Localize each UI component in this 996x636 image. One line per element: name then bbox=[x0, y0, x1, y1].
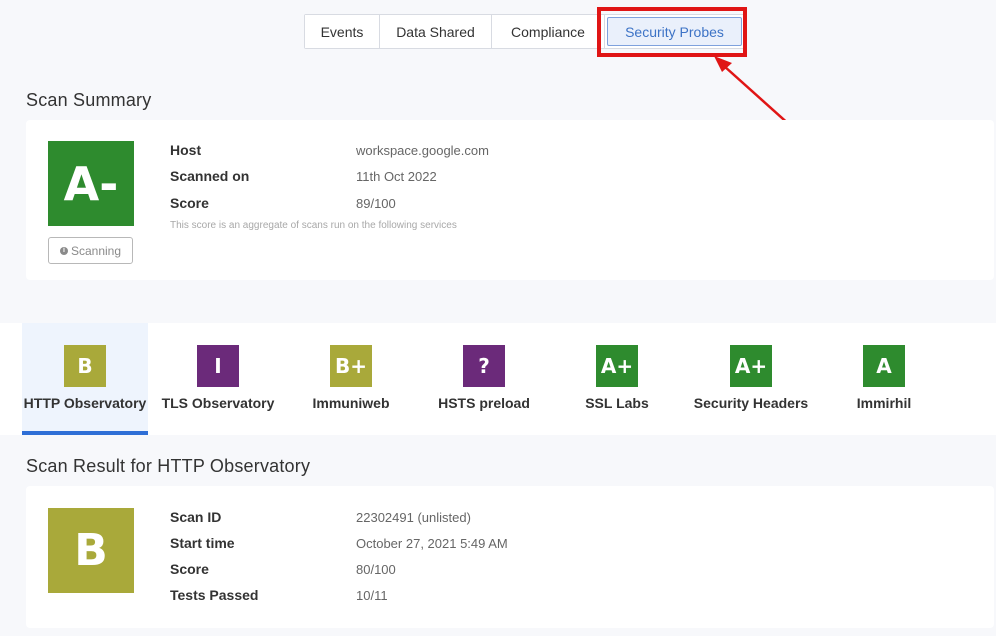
scanned-on-value: 11th Oct 2022 bbox=[356, 169, 437, 184]
scanning-label: Scanning bbox=[70, 243, 122, 258]
tests-passed-value: 10/11 bbox=[356, 588, 388, 603]
scan-result-title: Scan Result for HTTP Observatory bbox=[26, 456, 311, 476]
scanned-on-label: Scanned on bbox=[170, 168, 250, 184]
service-label: Security Headers bbox=[693, 395, 809, 411]
tab-security-probes[interactable]: Security Probes bbox=[607, 17, 742, 46]
service-ssl-labs[interactable]: A+ SSL Labs bbox=[556, 323, 678, 435]
start-time-label: Start time bbox=[170, 535, 235, 551]
scan-summary-title: Scan Summary bbox=[26, 90, 152, 110]
tests-passed-label: Tests Passed bbox=[170, 587, 259, 603]
service-immirhil[interactable]: A Immirhil bbox=[823, 323, 945, 435]
tab-events[interactable]: Events bbox=[305, 15, 380, 48]
service-label: Immirhil bbox=[856, 395, 912, 411]
score-label: Score bbox=[170, 195, 209, 211]
service-grade-badge: ? bbox=[463, 345, 505, 387]
service-grade-badge: A+ bbox=[730, 345, 772, 387]
service-label: SSL Labs bbox=[585, 395, 649, 411]
host-value: workspace.google.com bbox=[356, 143, 489, 158]
score-note: This score is an aggregate of scans run … bbox=[170, 220, 457, 231]
scan-id-value: 22302491 (unlisted) bbox=[356, 510, 471, 525]
service-grade-badge: B+ bbox=[330, 345, 372, 387]
service-label: HSTS preload bbox=[438, 395, 530, 411]
scan-result-card: B Scan ID 22302491 (unlisted) Start time… bbox=[26, 486, 994, 628]
service-grade-badge: A bbox=[863, 345, 905, 387]
info-icon: i bbox=[59, 246, 68, 255]
result-grade-badge: B bbox=[48, 508, 134, 593]
active-service-underline bbox=[22, 431, 148, 435]
service-http-observatory[interactable]: B HTTP Observatory bbox=[22, 323, 148, 435]
scan-id-label: Scan ID bbox=[170, 509, 222, 525]
service-grade-badge: B bbox=[64, 345, 106, 387]
service-label: HTTP Observatory bbox=[23, 395, 147, 411]
scan-summary-card: A- i Scanning Host workspace.google.com … bbox=[26, 120, 994, 280]
service-immuniweb[interactable]: B+ Immuniweb bbox=[290, 323, 412, 435]
service-label: TLS Observatory bbox=[161, 395, 275, 411]
host-label: Host bbox=[170, 142, 202, 158]
services-strip: B HTTP Observatory I TLS Observatory B+ … bbox=[0, 323, 996, 435]
start-time-value: October 27, 2021 5:49 AM bbox=[356, 536, 508, 551]
service-grade-badge: I bbox=[197, 345, 239, 387]
probe-tabs: Events Data Shared Compliance Security P… bbox=[304, 14, 745, 49]
service-label: Immuniweb bbox=[312, 395, 390, 411]
tab-data-shared[interactable]: Data Shared bbox=[380, 15, 492, 48]
score-value: 89/100 bbox=[356, 196, 396, 211]
result-score-label: Score bbox=[170, 561, 209, 577]
tab-compliance[interactable]: Compliance bbox=[492, 15, 605, 48]
service-tls-observatory[interactable]: I TLS Observatory bbox=[156, 323, 280, 435]
scanning-button[interactable]: i Scanning bbox=[48, 237, 133, 264]
service-hsts-preload[interactable]: ? HSTS preload bbox=[423, 323, 545, 435]
service-security-headers[interactable]: A+ Security Headers bbox=[684, 323, 818, 435]
summary-grade-badge: A- bbox=[48, 141, 134, 226]
service-grade-badge: A+ bbox=[596, 345, 638, 387]
result-score-value: 80/100 bbox=[356, 562, 396, 577]
